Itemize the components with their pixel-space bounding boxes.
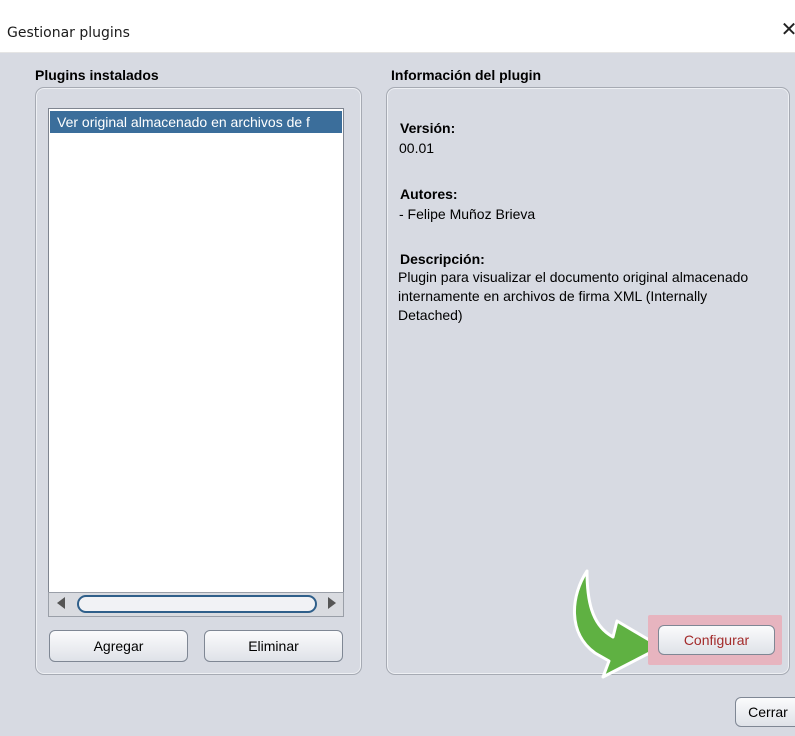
- scroll-right-icon[interactable]: [328, 597, 336, 609]
- list-item[interactable]: Ver original almacenado en archivos de f: [50, 111, 342, 133]
- close-icon[interactable]: ✕: [777, 18, 795, 42]
- window-title: Gestionar plugins: [7, 25, 130, 41]
- add-button-label: Agregar: [93, 638, 144, 654]
- remove-button-label: Eliminar: [248, 638, 299, 654]
- scroll-thumb[interactable]: [77, 595, 317, 613]
- authors-label: Autores:: [400, 186, 458, 202]
- close-dialog-button[interactable]: Cerrar: [735, 697, 795, 727]
- version-value: 00.01: [399, 140, 435, 156]
- description-label: Descripción:: [400, 251, 485, 267]
- title-bar: Gestionar plugins ✕: [0, 0, 795, 53]
- configure-button-label: Configurar: [683, 632, 750, 648]
- scroll-left-icon[interactable]: [57, 597, 65, 609]
- horizontal-scrollbar[interactable]: [48, 592, 344, 617]
- plugin-info-title: Información del plugin: [391, 67, 542, 83]
- version-label: Versión:: [400, 120, 456, 136]
- plugins-list[interactable]: Ver original almacenado en archivos de f: [48, 108, 344, 617]
- configure-button[interactable]: Configurar: [658, 625, 775, 655]
- plugin-manager-window: Gestionar plugins ✕ Plugins instalados V…: [0, 0, 795, 736]
- add-plugin-button[interactable]: Agregar: [49, 630, 188, 662]
- description-text: Plugin para visualizar el documento orig…: [398, 269, 749, 323]
- close-button-label: Cerrar: [748, 704, 788, 720]
- authors-value: - Felipe Muñoz Brieva: [399, 206, 536, 222]
- installed-plugins-title: Plugins instalados: [35, 67, 159, 83]
- remove-plugin-button[interactable]: Eliminar: [204, 630, 343, 662]
